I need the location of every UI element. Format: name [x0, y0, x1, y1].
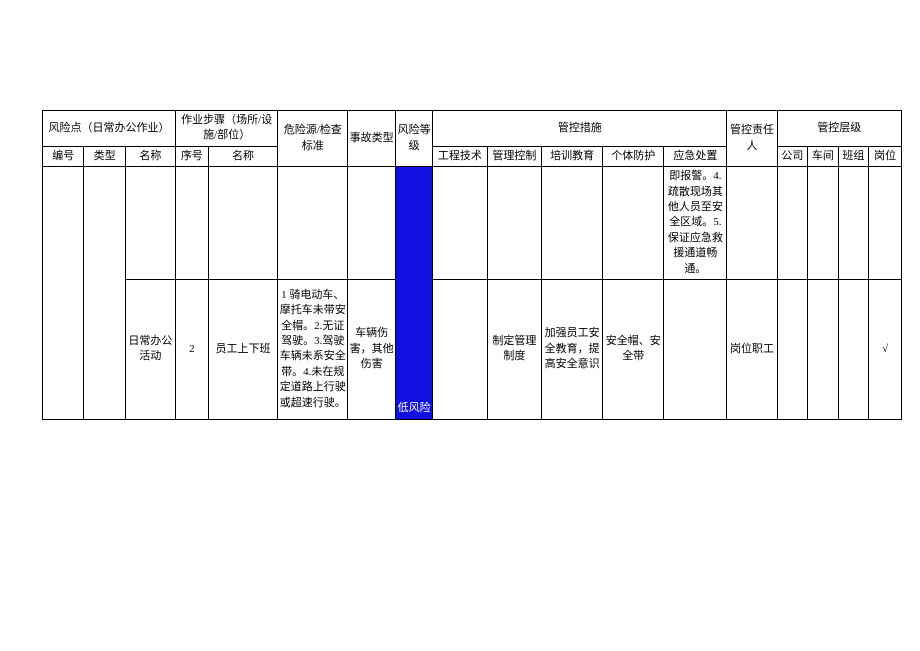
- cell-peixun: 加强员工安全教育，提高安全意识: [542, 279, 603, 419]
- th-bianhao: 编号: [43, 146, 84, 166]
- cell-bianhao: [43, 167, 84, 420]
- cell-mingcheng2: [208, 167, 278, 280]
- table-header: 风险点（日常办公作业） 作业步骤（场所/设施/部位） 危险源/检查标准 事故类型…: [43, 111, 902, 167]
- cell-mingcheng2: 员工上下班: [208, 279, 278, 419]
- cell-gongcheng: [433, 279, 488, 419]
- th-xuhao: 序号: [175, 146, 208, 166]
- cell-gangwei: [869, 167, 902, 280]
- th-risk-level: 风险等级: [396, 111, 433, 167]
- cell-chejian: [808, 279, 839, 419]
- risk-table: 风险点（日常办公作业） 作业步骤（场所/设施/部位） 危险源/检查标准 事故类型…: [42, 110, 902, 420]
- table-row: 低风险 即报警。4.疏散现场其他人员至安全区域。5.保证应急救援通道畅通。: [43, 167, 902, 280]
- cell-leixing: [84, 167, 125, 420]
- cell-zeren: [727, 167, 777, 280]
- cell-xuhao: 2: [175, 279, 208, 419]
- cell-shigu: [348, 167, 396, 280]
- th-responsible: 管控责任人: [727, 111, 777, 167]
- th-leixing: 类型: [84, 146, 125, 166]
- cell-chejian: [808, 167, 839, 280]
- th-risk-point: 风险点（日常办公作业）: [43, 111, 176, 147]
- cell-gongsi: [777, 279, 808, 419]
- th-mingcheng2: 名称: [208, 146, 278, 166]
- th-hazard-std: 危险源/检查标准: [278, 111, 348, 167]
- cell-mingcheng1: 日常办公活动: [125, 279, 175, 419]
- th-banzu: 班组: [838, 146, 869, 166]
- cell-fengxian: 低风险: [396, 167, 433, 420]
- th-accident-type: 事故类型: [348, 111, 396, 167]
- th-op-steps: 作业步骤（场所/设施/部位）: [175, 111, 277, 147]
- th-control-level: 管控层级: [777, 111, 901, 147]
- cell-guanli: 制定管理制度: [487, 279, 542, 419]
- table-row: 日常办公活动 2 员工上下班 1 骑电动车、摩托车未带安全帽。2.无证驾驶。3.…: [43, 279, 902, 419]
- th-peixun: 培训教育: [542, 146, 603, 166]
- cell-shigu: 车辆伤害，其他伤害: [348, 279, 396, 419]
- page: 风险点（日常办公作业） 作业步骤（场所/设施/部位） 危险源/检查标准 事故类型…: [0, 0, 920, 651]
- cell-yingji: 即报警。4.疏散现场其他人员至安全区域。5.保证应急救援通道畅通。: [664, 167, 727, 280]
- th-gangwei: 岗位: [869, 146, 902, 166]
- cell-banzu: [838, 167, 869, 280]
- cell-mingcheng1: [125, 167, 175, 280]
- cell-weixian: [278, 167, 348, 280]
- th-gongsi: 公司: [777, 146, 808, 166]
- th-chejian: 车间: [808, 146, 839, 166]
- cell-zeren: 岗位职工: [727, 279, 777, 419]
- table-body: 低风险 即报警。4.疏散现场其他人员至安全区域。5.保证应急救援通道畅通。 日常…: [43, 167, 902, 420]
- th-gongcheng: 工程技术: [433, 146, 488, 166]
- cell-guanli: [487, 167, 542, 280]
- cell-geti: [603, 167, 664, 280]
- th-mingcheng1: 名称: [125, 146, 175, 166]
- th-guanli: 管理控制: [487, 146, 542, 166]
- cell-weixian: 1 骑电动车、摩托车未带安全帽。2.无证驾驶。3.驾驶车辆未系安全带。4.未在规…: [278, 279, 348, 419]
- cell-yingji: [664, 279, 727, 419]
- th-control-measures: 管控措施: [433, 111, 727, 147]
- cell-geti: 安全帽、安全带: [603, 279, 664, 419]
- cell-xuhao: [175, 167, 208, 280]
- cell-banzu: [838, 279, 869, 419]
- th-yingji: 应急处置: [664, 146, 727, 166]
- cell-gangwei: √: [869, 279, 902, 419]
- cell-gongsi: [777, 167, 808, 280]
- cell-gongcheng: [433, 167, 488, 280]
- th-geti: 个体防护: [603, 146, 664, 166]
- cell-peixun: [542, 167, 603, 280]
